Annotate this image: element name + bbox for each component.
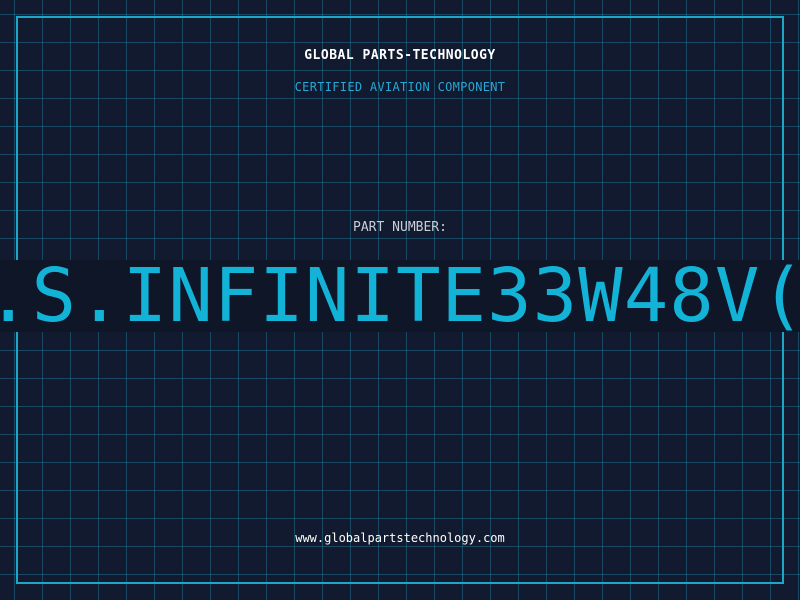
part-number-value: .S.INFINITE33W48V( [0, 260, 800, 332]
part-number-band: .S.INFINITE33W48V( [0, 260, 800, 332]
certification-subtitle: CERTIFIED AVIATION COMPONENT [294, 80, 506, 94]
website-url: www.globalpartstechnology.com [295, 531, 505, 545]
company-name: GLOBAL PARTS-TECHNOLOGY [304, 48, 496, 63]
part-number-label: PART NUMBER: [353, 220, 447, 235]
